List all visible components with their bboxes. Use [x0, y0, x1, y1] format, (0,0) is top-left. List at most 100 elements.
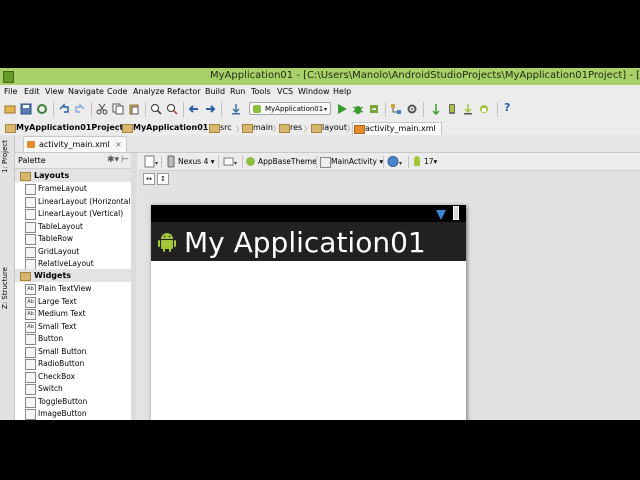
- sync-icon[interactable]: [36, 103, 48, 115]
- breadcrumb-label: MyApplication01Project: [16, 123, 124, 132]
- run-icon[interactable]: [336, 103, 348, 115]
- locale-globe-icon[interactable]: ▾: [387, 155, 405, 168]
- undo-icon[interactable]: [58, 103, 70, 115]
- close-icon[interactable]: ×: [115, 137, 122, 152]
- structure-tool-tab[interactable]: Z: Structure: [1, 267, 12, 309]
- palette-group-widgets[interactable]: Widgets: [15, 269, 131, 282]
- attach-debugger-icon[interactable]: [368, 103, 380, 115]
- project-tool-tab[interactable]: 1: Project: [1, 140, 12, 173]
- menu-help[interactable]: Help: [333, 87, 351, 96]
- palette-item[interactable]: Ab Plain TextView: [15, 283, 131, 295]
- breadcrumb-label: res: [290, 123, 303, 132]
- cut-icon[interactable]: [96, 103, 108, 115]
- find-icon[interactable]: [150, 103, 162, 115]
- palette-item[interactable]: Ab Medium Text: [15, 308, 131, 320]
- theme-select[interactable]: AppBaseTheme: [258, 155, 317, 168]
- menu-analyze[interactable]: Analyze: [133, 87, 165, 96]
- palette-item[interactable]: Button: [15, 333, 131, 345]
- design-toolbar: ▾ Nexus 4 ▾ ▾ AppBaseTheme MainActivity …: [138, 153, 640, 171]
- palette-item[interactable]: GridLayout: [15, 246, 131, 258]
- save-icon[interactable]: [20, 103, 32, 115]
- menu-view[interactable]: View: [45, 87, 64, 96]
- menu-build[interactable]: Build: [205, 87, 225, 96]
- menu-refactor[interactable]: Refactor: [167, 87, 201, 96]
- menu-bar: File Edit View Navigate Code Analyze Ref…: [0, 85, 640, 98]
- palette-item[interactable]: Small Button: [15, 346, 131, 358]
- breadcrumb-module[interactable]: MyApplication01: [121, 122, 213, 134]
- xml-file-icon: [354, 125, 365, 134]
- toolbar-separator: [161, 156, 162, 168]
- menu-code[interactable]: Code: [107, 87, 127, 96]
- gear-icon[interactable]: ✱▾: [107, 155, 119, 165]
- design-canvas: ↔ ↕ My Application01: [138, 171, 640, 420]
- layout-icon: [25, 209, 36, 220]
- status-bar: [151, 205, 466, 222]
- open-folder-icon[interactable]: [4, 103, 16, 115]
- hide-panel-icon[interactable]: ⊢: [121, 155, 129, 165]
- palette-item[interactable]: ToggleButton: [15, 396, 131, 408]
- orientation-icon[interactable]: ▾: [222, 155, 240, 168]
- palette-group-layouts[interactable]: Layouts: [15, 169, 131, 182]
- activity-select[interactable]: MainActivity ▾: [331, 155, 383, 168]
- avd-manager-icon[interactable]: [446, 103, 458, 115]
- replace-icon[interactable]: [166, 103, 178, 115]
- palette-item[interactable]: ImageButton: [15, 408, 131, 420]
- breadcrumb-file[interactable]: activity_main.xml: [352, 122, 442, 136]
- menu-file[interactable]: File: [4, 87, 17, 96]
- activity-label: MainActivity: [331, 157, 377, 166]
- breadcrumb-src[interactable]: src: [208, 122, 237, 134]
- settings-icon[interactable]: [406, 103, 418, 115]
- menu-edit[interactable]: Edit: [24, 87, 40, 96]
- breadcrumb-res[interactable]: res: [278, 122, 307, 134]
- device-label: Nexus 4: [178, 157, 209, 166]
- api-level-select[interactable]: 17▾: [424, 155, 437, 168]
- group-label: Widgets: [34, 271, 72, 280]
- tab-label: activity_main.xml: [39, 140, 110, 149]
- new-file-icon[interactable]: ▾: [143, 155, 159, 168]
- sdk-manager-icon[interactable]: [462, 103, 474, 115]
- palette-item[interactable]: TableLayout: [15, 221, 131, 233]
- palette-item[interactable]: FrameLayout: [15, 183, 131, 195]
- palette-panel: Palette ✱▾ ⊢ Layouts FrameLayout LinearLa…: [15, 153, 132, 420]
- back-icon[interactable]: [188, 103, 200, 115]
- forward-icon[interactable]: [204, 103, 216, 115]
- zoom-to-fit-icon[interactable]: ↔: [143, 173, 155, 185]
- palette-item[interactable]: RadioButton: [15, 358, 131, 370]
- monitor-icon[interactable]: [478, 103, 490, 115]
- palette-item[interactable]: LinearLayout (Vertical): [15, 208, 131, 220]
- breadcrumb-label: main: [253, 123, 273, 132]
- menu-run[interactable]: Run: [230, 87, 245, 96]
- run-configuration-select[interactable]: MyApplication01 ▾: [249, 102, 331, 115]
- menu-vcs[interactable]: VCS: [277, 87, 293, 96]
- breadcrumb-project[interactable]: MyApplication01Project: [4, 122, 128, 134]
- widget-icon: [25, 396, 36, 408]
- paste-icon[interactable]: [128, 103, 140, 115]
- palette-item[interactable]: CheckBox: [15, 371, 131, 383]
- palette-item-label: Small Text: [38, 321, 77, 331]
- breadcrumb-layout[interactable]: layout: [310, 122, 352, 134]
- redo-icon[interactable]: [74, 103, 86, 115]
- help-icon[interactable]: ?: [504, 101, 516, 114]
- make-project-icon[interactable]: [230, 103, 242, 115]
- palette-item[interactable]: Switch: [15, 383, 131, 395]
- folder-icon: [20, 172, 31, 181]
- palette-scrollbar[interactable]: [131, 153, 137, 420]
- tab-activity-main[interactable]: activity_main.xml ×: [23, 136, 127, 152]
- menu-window[interactable]: Window: [298, 87, 330, 96]
- palette-item-label: Small Button: [38, 346, 87, 356]
- copy-icon[interactable]: [112, 103, 124, 115]
- palette-item[interactable]: LinearLayout (Horizontal): [15, 196, 131, 208]
- menu-navigate[interactable]: Navigate: [68, 87, 104, 96]
- theme-icon: [246, 157, 255, 166]
- palette-item[interactable]: Ab Large Text: [15, 296, 131, 308]
- sync-gradle-icon[interactable]: [430, 103, 442, 115]
- debug-icon[interactable]: [352, 103, 364, 115]
- project-structure-icon[interactable]: [390, 103, 402, 115]
- zoom-actual-icon[interactable]: ↕: [157, 173, 169, 185]
- palette-item[interactable]: TableRow: [15, 233, 131, 245]
- device-select[interactable]: Nexus 4 ▾: [178, 155, 215, 168]
- palette-item-label: Button: [38, 334, 64, 343]
- toolbar-separator: [91, 102, 92, 117]
- menu-tools[interactable]: Tools: [251, 87, 271, 96]
- palette-item[interactable]: Ab Small Text: [15, 321, 131, 333]
